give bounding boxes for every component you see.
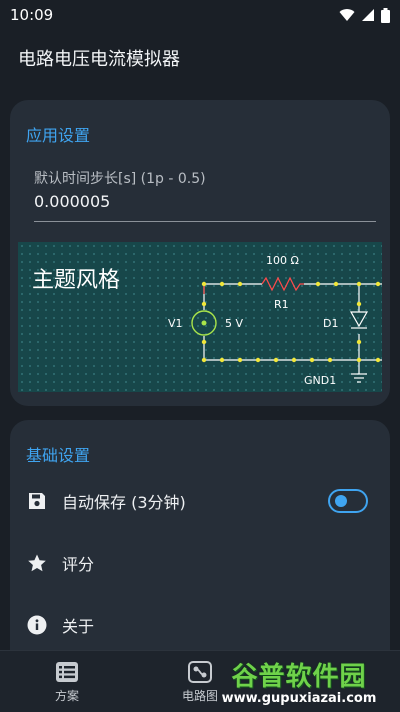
about-label: 关于 (62, 617, 95, 636)
status-icons (339, 7, 390, 23)
watermark: 谷普软件园 www.gupuxiazai.com (204, 656, 394, 710)
app-settings-title: 应用设置 (26, 126, 91, 145)
signal-icon (362, 9, 374, 21)
resistor-value: 100 Ω (266, 254, 299, 267)
nav-label-plans: 方案 (54, 688, 79, 703)
rate-label: 评分 (62, 555, 95, 574)
star-icon (26, 552, 48, 574)
basic-settings-title: 基础设置 (26, 446, 91, 465)
autosave-label: 自动保存 (3分钟) (62, 493, 186, 512)
status-bar: 10:09 (0, 0, 400, 30)
battery-icon (381, 7, 390, 23)
toggle-knob (335, 495, 347, 507)
app-title: 电路电压电流模拟器 (18, 49, 180, 70)
wifi-icon (339, 9, 355, 21)
circuit-preview: 100 Ω R1 V1 5 V D1 GND1 (168, 254, 382, 387)
list-icon (56, 661, 78, 682)
watermark-url: www.gupuxiazai.com (221, 691, 377, 706)
rate-row[interactable]: 评分 (10, 538, 390, 588)
source-value: 5 V (225, 317, 243, 330)
app-bar: 电路电压电流模拟器 (0, 30, 400, 86)
resistor-symbol (261, 276, 304, 292)
info-icon (26, 614, 48, 636)
save-icon (26, 490, 48, 512)
diode-symbol (349, 311, 369, 329)
autosave-row[interactable]: 自动保存 (3分钟) (10, 476, 390, 526)
status-time: 10:09 (10, 6, 54, 24)
watermark-title: 谷普软件园 (231, 662, 367, 692)
ground-name: GND1 (304, 374, 336, 387)
app-settings-card: 应用设置 默认时间步长[s] (1p - 0.5) 0.000005 主题风格 (10, 100, 390, 406)
about-row[interactable]: 关于 (10, 600, 390, 650)
theme-preview[interactable]: 主题风格 100 Ω R1 V1 5 V D1 GND1 (18, 242, 382, 392)
autosave-toggle[interactable] (328, 489, 368, 513)
timestep-label: 默认时间步长[s] (1p - 0.5) (34, 171, 206, 187)
nav-item-plans[interactable]: 方案 (22, 651, 112, 712)
source-name: V1 (168, 317, 183, 330)
resistor-name: R1 (274, 298, 289, 311)
basic-settings-card: 基础设置 自动保存 (3分钟) 评分 关于 (10, 420, 390, 670)
diode-name: D1 (323, 317, 338, 330)
timestep-input[interactable]: 0.000005 (34, 190, 376, 222)
